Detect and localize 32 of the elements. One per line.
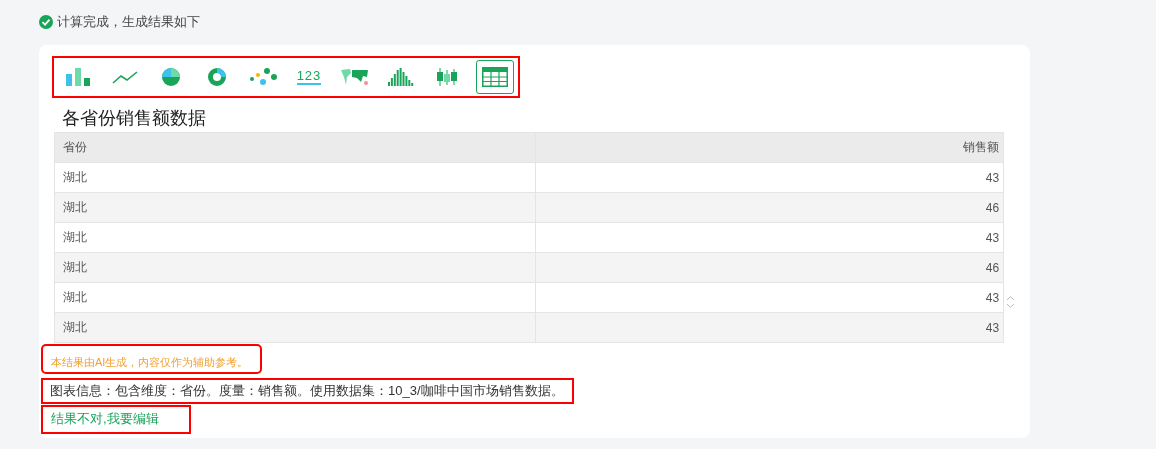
- table-cell: 43: [535, 162, 1004, 193]
- table-icon: [482, 67, 508, 87]
- boxplot-icon: [436, 68, 458, 86]
- chart-type-button[interactable]: [476, 60, 514, 94]
- table-cell: 湖北: [54, 282, 536, 313]
- ai-disclaimer: 本结果由AI生成，内容仅作为辅助参考。: [43, 346, 261, 372]
- table-cell: 湖北: [54, 192, 536, 223]
- check-circle-icon: [39, 15, 53, 29]
- table-cell: 湖北: [54, 222, 536, 253]
- edit-link[interactable]: 结果不对,我要编辑: [43, 407, 189, 432]
- chart-type-button[interactable]: 123: [288, 60, 330, 94]
- table-cell: 43: [535, 312, 1004, 343]
- bar-chart-icon: [66, 68, 92, 86]
- table-cell: 43: [535, 222, 1004, 253]
- chart-info-text: 图表信息：包含维度：省份。度量：销售额。使用数据集：10_3/咖啡中国市场销售数据。: [43, 380, 572, 402]
- scroll-arrows-icon[interactable]: [1006, 295, 1015, 309]
- histogram-icon: [388, 68, 414, 86]
- table-cell: 43: [535, 282, 1004, 313]
- donut-chart-icon: [208, 68, 226, 86]
- line-chart-icon: [112, 70, 138, 84]
- world-map-icon: [341, 68, 369, 86]
- table-cell: 46: [535, 192, 1004, 223]
- table-cell: 湖北: [54, 312, 536, 343]
- pie-chart-icon: [162, 68, 180, 86]
- table-cell: 湖北: [54, 252, 536, 283]
- table-cell: 46: [535, 252, 1004, 283]
- column-header: 省份: [54, 132, 536, 163]
- table-cell: 湖北: [54, 162, 536, 193]
- status-message: 计算完成，生成结果如下: [57, 13, 200, 31]
- table-title: 各省份销售额数据: [62, 107, 207, 130]
- scatter-chart-icon: [249, 68, 277, 86]
- column-header: 销售额: [535, 132, 1004, 163]
